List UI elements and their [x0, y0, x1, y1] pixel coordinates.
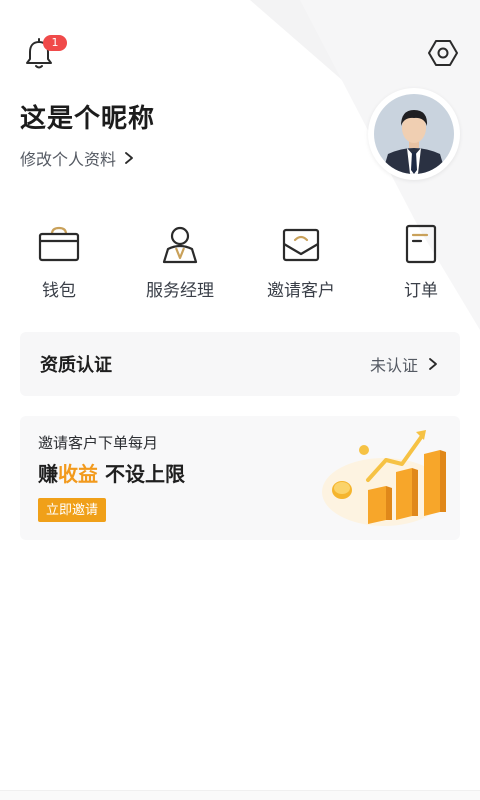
quick-action-invite-customer[interactable]: 邀请客户 [251, 222, 351, 306]
chevron-right-icon [125, 152, 133, 164]
service-manager-icon [162, 226, 198, 264]
quick-action-label: 钱包 [42, 281, 76, 301]
invite-now-button[interactable]: 立即邀请 [38, 498, 107, 522]
order-icon [405, 224, 437, 264]
notification-badge: 1 [43, 35, 67, 51]
edit-profile-link[interactable]: 修改个人资料 [20, 146, 136, 170]
qualification-title: 资质认证 [40, 355, 112, 376]
wallet-icon [38, 226, 80, 262]
invite-envelope-icon [282, 228, 320, 262]
quick-action-label: 邀请客户 [267, 281, 335, 301]
qualification-status: 未认证 [370, 352, 440, 376]
promo-headline: 赚收益 不设上限 [38, 458, 185, 487]
edit-profile-label: 修改个人资料 [20, 150, 117, 169]
quick-action-label: 订单 [404, 281, 438, 301]
quick-action-label: 服务经理 [146, 281, 214, 301]
invite-promo-banner[interactable]: 邀请客户下单每月 赚收益 不设上限 立即邀请 [20, 416, 460, 540]
growth-chart-illustration [322, 430, 446, 526]
promo-subtitle: 邀请客户下单每月 [38, 434, 159, 452]
avatar-portrait-icon [374, 94, 454, 174]
promo-headline-highlight: 收益 [58, 462, 98, 486]
chevron-right-icon [429, 358, 437, 370]
quick-action-wallet[interactable]: 钱包 [9, 222, 109, 306]
quick-actions: 钱包 服务经理 邀请客户 订单 [0, 222, 480, 306]
quick-action-service-manager[interactable]: 服务经理 [130, 222, 230, 306]
settings-icon[interactable] [428, 38, 458, 68]
qualification-card[interactable]: 资质认证 未认证 [20, 332, 460, 396]
user-nickname: 这是个昵称 [20, 104, 156, 134]
qualification-status-text: 未认证 [369, 356, 418, 375]
promo-headline-prefix: 赚 [38, 462, 58, 486]
bottom-edge [0, 790, 480, 800]
promo-headline-suffix: 不设上限 [98, 462, 185, 486]
quick-action-order[interactable]: 订单 [371, 222, 471, 306]
avatar[interactable] [368, 88, 460, 180]
